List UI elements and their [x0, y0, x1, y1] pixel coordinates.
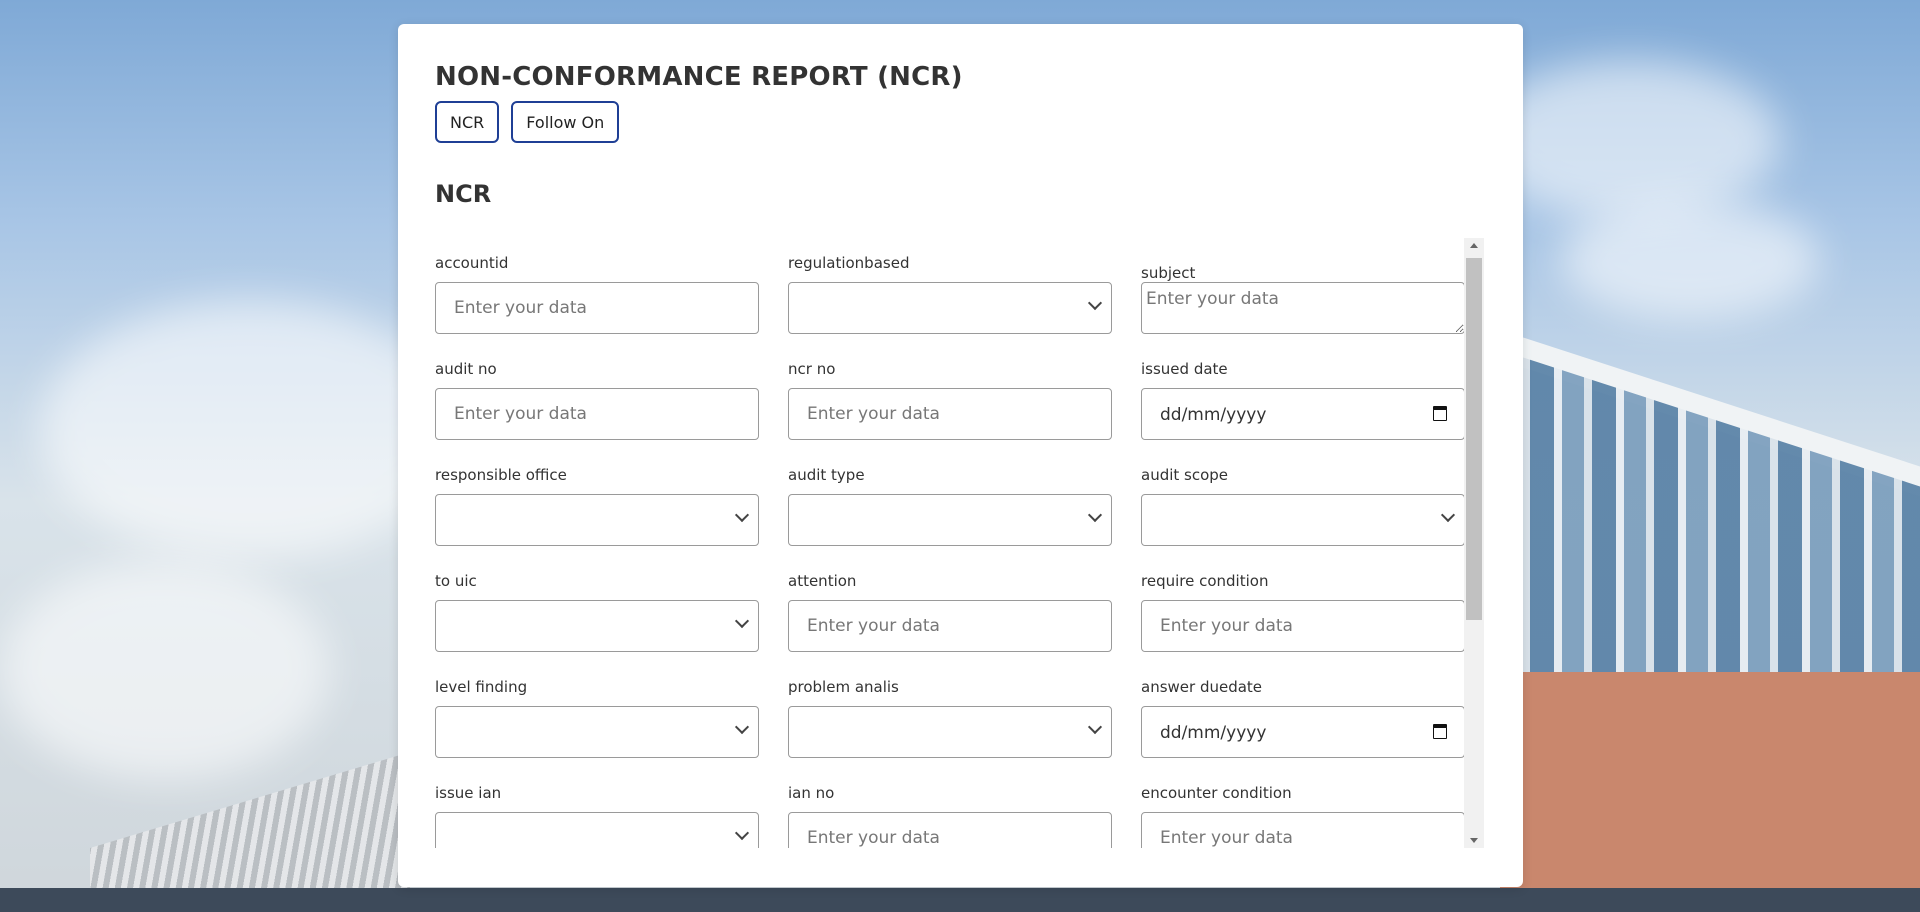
field-label: attention: [788, 572, 857, 590]
field-label: ian no: [788, 784, 835, 802]
tab-ncr[interactable]: NCR: [435, 101, 500, 143]
accountid-input[interactable]: [435, 282, 759, 334]
field-label: problem analis: [788, 678, 899, 696]
field-label: issued date: [1141, 360, 1228, 378]
field-issue-ian: issue ian: [435, 768, 759, 848]
field-audit-type: audit type: [788, 450, 1112, 556]
field-ncr-no: ncr no: [788, 344, 1112, 450]
audit-no-input[interactable]: [435, 388, 759, 440]
to-uic-select[interactable]: [435, 600, 759, 652]
field-level-finding: level finding: [435, 662, 759, 768]
issued-date-date-input[interactable]: dd/mm/yyyy: [1141, 388, 1465, 440]
form-scroll-area[interactable]: accountid regulationbased subject audit no n…: [435, 238, 1484, 848]
field-label: level finding: [435, 678, 528, 696]
field-label: issue ian: [435, 784, 502, 802]
field-attention: attention: [788, 556, 1112, 662]
audit-scope-select[interactable]: [1141, 494, 1465, 546]
problem-analis-select[interactable]: [788, 706, 1112, 758]
scroll-up-icon[interactable]: [1470, 243, 1478, 248]
field-responsible-office: responsible office: [435, 450, 759, 556]
background-building: [1500, 330, 1920, 912]
field-label: require condition: [1141, 572, 1269, 590]
ncr-form-card: NON-CONFORMANCE REPORT (NCR) NCR Follow …: [398, 24, 1523, 887]
tab-bar: NCR Follow On: [435, 101, 620, 143]
field-label: ncr no: [788, 360, 836, 378]
field-audit-scope: audit scope: [1141, 450, 1465, 556]
regulationbased-select[interactable]: [788, 282, 1112, 334]
field-label: regulationbased: [788, 254, 910, 272]
field-label: subject: [1141, 264, 1196, 282]
background-ground: [0, 888, 1920, 912]
scrollbar-thumb[interactable]: [1466, 258, 1482, 620]
field-require-condition: require condition: [1141, 556, 1465, 662]
field-problem-analis: problem analis: [788, 662, 1112, 768]
require-condition-input[interactable]: [1141, 600, 1465, 652]
date-placeholder: dd/mm/yyyy: [1160, 723, 1267, 743]
field-label: to uic: [435, 572, 477, 590]
form-scrollbar[interactable]: [1464, 238, 1484, 848]
field-audit-no: audit no: [435, 344, 759, 450]
form-grid: accountid regulationbased subject audit no n…: [435, 238, 1484, 848]
field-to-uic: to uic: [435, 556, 759, 662]
field-issued-date: issued date dd/mm/yyyy: [1141, 344, 1465, 450]
tab-follow-on[interactable]: Follow On: [511, 101, 620, 143]
field-accountid: accountid: [435, 238, 759, 344]
field-regulationbased: regulationbased: [788, 238, 1112, 344]
field-label: audit scope: [1141, 466, 1229, 484]
responsible-office-select[interactable]: [435, 494, 759, 546]
ian-no-input[interactable]: [788, 812, 1112, 848]
field-encounter-condition: encounter condition: [1141, 768, 1465, 848]
audit-type-select[interactable]: [788, 494, 1112, 546]
field-label: encounter condition: [1141, 784, 1292, 802]
ncr-no-input[interactable]: [788, 388, 1112, 440]
field-label: audit no: [435, 360, 497, 378]
attention-input[interactable]: [788, 600, 1112, 652]
field-label: responsible office: [435, 466, 567, 484]
page-title: NON-CONFORMANCE REPORT (NCR): [435, 62, 963, 92]
field-ian-no: ian no: [788, 768, 1112, 848]
field-subject: subject: [1141, 238, 1465, 344]
section-title: NCR: [435, 180, 492, 208]
encounter-condition-input[interactable]: [1141, 812, 1465, 848]
field-label: audit type: [788, 466, 865, 484]
issue-ian-select[interactable]: [435, 812, 759, 848]
calendar-icon[interactable]: [1433, 724, 1447, 739]
field-label: answer duedate: [1141, 678, 1263, 696]
calendar-icon[interactable]: [1433, 406, 1447, 421]
field-answer-duedate: answer duedate dd/mm/yyyy: [1141, 662, 1465, 768]
answer-duedate-date-input[interactable]: dd/mm/yyyy: [1141, 706, 1465, 758]
subject-textarea[interactable]: [1141, 282, 1465, 334]
scroll-down-icon[interactable]: [1470, 838, 1478, 843]
field-label: accountid: [435, 254, 509, 272]
date-placeholder: dd/mm/yyyy: [1160, 405, 1267, 425]
level-finding-select[interactable]: [435, 706, 759, 758]
